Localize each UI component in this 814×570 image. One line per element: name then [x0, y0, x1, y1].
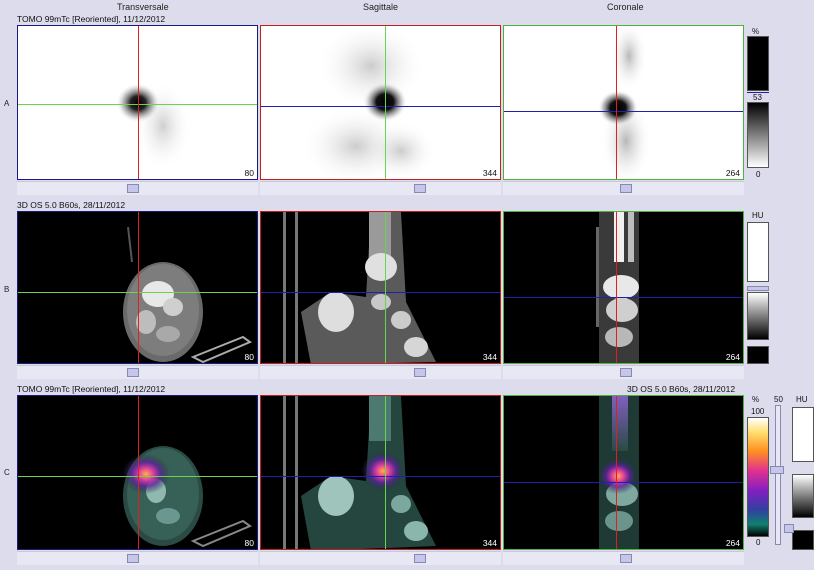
viewport-b-coronale[interactable]: 264 — [503, 211, 744, 364]
ct-image — [283, 212, 436, 363]
slice-number: 80 — [244, 538, 254, 548]
scrollbar-thumb[interactable] — [414, 184, 426, 193]
scale-a-unit: % — [752, 27, 760, 36]
slice-number: 344 — [482, 168, 497, 178]
row-a-series-info: TOMO 99mTc [Reoriented], 11/12/2012 — [17, 14, 166, 24]
column-header-transversale: Transversale — [117, 2, 169, 12]
slice-number: 80 — [244, 352, 254, 362]
row-c-series-info-right: 3D OS 5.0 B60s, 28/11/2012 — [627, 384, 736, 394]
slice-number: 344 — [482, 538, 497, 548]
viewport-a-transversale[interactable]: 80 — [17, 25, 258, 180]
row-b-label: B — [4, 285, 10, 294]
crosshair-vertical[interactable] — [138, 212, 139, 363]
scale-c-unit: % — [752, 395, 760, 404]
slice-number: 264 — [725, 168, 740, 178]
scale-c-blend-value: 50 — [774, 395, 783, 404]
fused-spect-ct-image — [598, 396, 639, 549]
row-a-label: A — [4, 99, 10, 108]
crosshair-vertical[interactable] — [385, 212, 386, 363]
scale-a-upper-bar — [747, 36, 769, 91]
blend-slider-track[interactable] — [775, 405, 781, 545]
scale-a-gradient[interactable] — [747, 102, 769, 168]
scale-c-hu-lower-bar — [792, 530, 814, 550]
slice-number: 80 — [244, 168, 254, 178]
slice-scrollbar-a-cor[interactable] — [503, 181, 744, 195]
slice-scrollbar-c-cor[interactable] — [503, 551, 744, 565]
scale-a-value: 53 — [753, 93, 762, 102]
slice-scrollbar-b-cor[interactable] — [503, 365, 744, 379]
scale-c-fusion-gradient[interactable] — [747, 417, 769, 537]
crosshair-horizontal[interactable] — [504, 111, 743, 112]
crosshair-horizontal[interactable] — [261, 292, 500, 293]
nm-uptake-image — [301, 26, 436, 179]
crosshair-horizontal[interactable] — [504, 482, 743, 483]
row-b-series-info: 3D OS 5.0 B60s, 28/11/2012 — [17, 200, 126, 210]
blend-slider-thumb[interactable] — [770, 466, 784, 474]
row-c-series-info: TOMO 99mTc [Reoriented], 11/12/2012 — [17, 384, 166, 394]
crosshair-vertical[interactable] — [138, 26, 139, 179]
scale-b-lower-bar — [747, 346, 769, 364]
scrollbar-thumb[interactable] — [414, 368, 426, 377]
scrollbar-thumb[interactable] — [127, 368, 139, 377]
fused-spect-ct-image — [283, 396, 436, 549]
scrollbar-thumb[interactable] — [620, 554, 632, 563]
slice-scrollbar-c-sag[interactable] — [260, 551, 501, 565]
scale-a-min: 0 — [756, 170, 761, 179]
scale-c-unit-hu: HU — [796, 395, 808, 404]
crosshair-vertical[interactable] — [616, 26, 617, 179]
column-header-coronale: Coronale — [607, 2, 644, 12]
slice-scrollbar-a-trans[interactable] — [17, 181, 258, 195]
slice-scrollbar-a-sag[interactable] — [260, 181, 501, 195]
slice-scrollbar-b-sag[interactable] — [260, 365, 501, 379]
ct-image — [596, 212, 639, 363]
scale-b-gradient[interactable] — [747, 292, 769, 340]
viewport-a-coronale[interactable]: 264 — [503, 25, 744, 180]
scale-c-hu-gradient[interactable] — [792, 474, 814, 518]
scale-b-unit: HU — [752, 211, 764, 220]
slice-number: 264 — [725, 352, 740, 362]
slice-number: 264 — [725, 538, 740, 548]
crosshair-vertical[interactable] — [616, 396, 617, 549]
viewport-c-transversale[interactable]: 80 — [17, 395, 258, 550]
scrollbar-thumb[interactable] — [127, 184, 139, 193]
slice-number: 344 — [482, 352, 497, 362]
hu-window-handle[interactable] — [784, 524, 794, 533]
viewport-c-sagittale[interactable]: 344 — [260, 395, 501, 550]
crosshair-horizontal[interactable] — [504, 297, 743, 298]
viewport-c-coronale[interactable]: 264 — [503, 395, 744, 550]
crosshair-horizontal[interactable] — [261, 106, 500, 107]
column-header-sagittale: Sagittale — [363, 2, 399, 12]
crosshair-vertical[interactable] — [385, 396, 386, 549]
scale-b-handle[interactable] — [747, 286, 769, 291]
nm-uptake-image — [598, 26, 651, 179]
crosshair-vertical[interactable] — [138, 396, 139, 549]
crosshair-horizontal[interactable] — [261, 476, 500, 477]
scale-a-marker[interactable] — [747, 92, 769, 93]
scale-c-max: 100 — [751, 407, 765, 416]
viewport-b-sagittale[interactable]: 344 — [260, 211, 501, 364]
scale-c-min: 0 — [756, 538, 761, 547]
viewport-b-transversale[interactable]: 80 — [17, 211, 258, 364]
scrollbar-thumb[interactable] — [414, 554, 426, 563]
viewport-a-sagittale[interactable]: 344 — [260, 25, 501, 180]
crosshair-vertical[interactable] — [385, 26, 386, 179]
scale-c-hu-upper-bar — [792, 407, 814, 462]
slice-scrollbar-b-trans[interactable] — [17, 365, 258, 379]
scrollbar-thumb[interactable] — [620, 368, 632, 377]
scrollbar-thumb[interactable] — [127, 554, 139, 563]
scrollbar-thumb[interactable] — [620, 184, 632, 193]
slice-scrollbar-c-trans[interactable] — [17, 551, 258, 565]
crosshair-vertical[interactable] — [616, 212, 617, 363]
scale-b-upper-bar — [747, 222, 769, 282]
row-c-label: C — [4, 468, 10, 477]
